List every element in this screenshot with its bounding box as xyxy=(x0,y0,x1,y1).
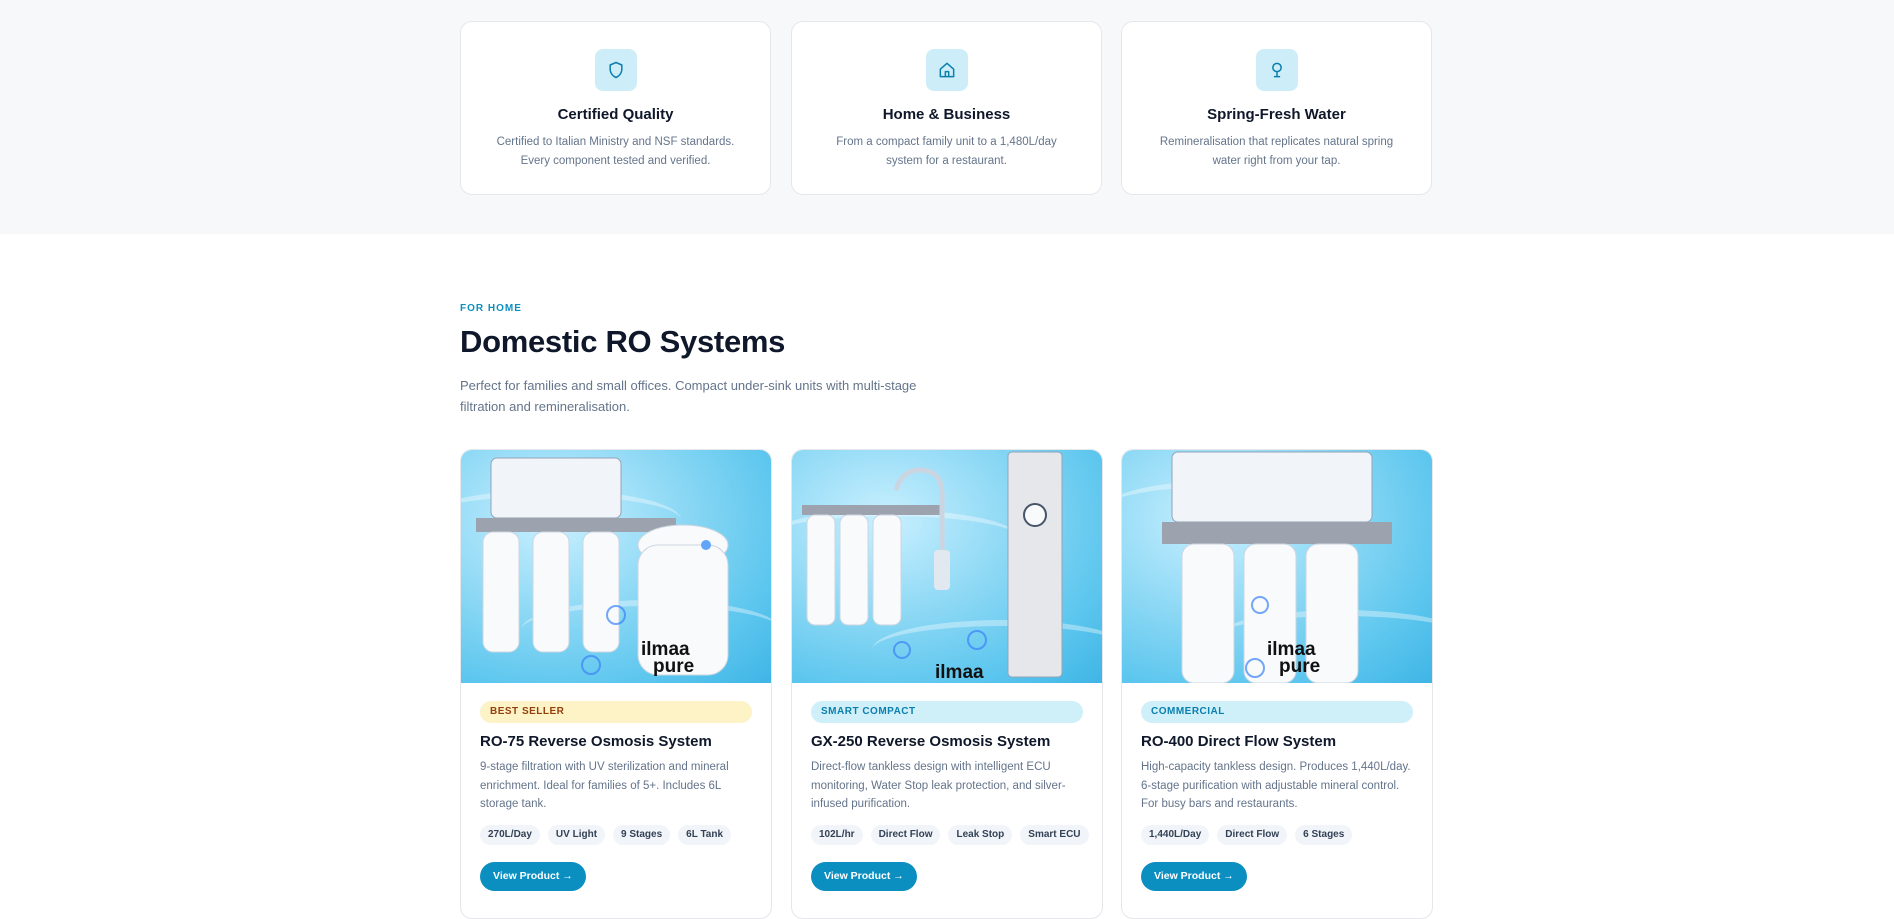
feature-title: Certified Quality xyxy=(557,106,674,123)
spec-tag: 270L/Day xyxy=(480,825,540,845)
spec-tag: Direct Flow xyxy=(870,825,941,845)
brand-logo: ilmaa pure xyxy=(1267,640,1321,677)
view-product-button[interactable]: View Product → xyxy=(1141,862,1247,891)
product-image: ilmaa pure xyxy=(461,450,771,683)
view-product-button[interactable]: View Product → xyxy=(480,862,586,891)
spec-tag: UV Light xyxy=(547,825,606,845)
product-description: High-capacity tankless design. Produces … xyxy=(1141,761,1411,810)
status-badge: BEST SELLER xyxy=(480,701,752,723)
brand-logo: ilmaa xyxy=(935,662,984,683)
product-card-gx-250[interactable]: ilmaa SMART COMPACT GX-250 Reverse Osmos… xyxy=(791,449,1103,919)
spec-tag: 6 Stages xyxy=(1295,825,1353,845)
section-title: Domestic RO Systems xyxy=(460,324,786,359)
status-badge: SMART COMPACT xyxy=(811,701,1083,723)
spec-tag: Direct Flow xyxy=(1217,825,1288,845)
spec-tag: Smart ECU xyxy=(1020,825,1089,845)
product-description: Direct-flow tankless design with intelli… xyxy=(811,761,1066,810)
product-image: ilmaa pure xyxy=(1122,450,1432,683)
spec-tag: 1,440L/Day xyxy=(1141,825,1210,845)
features-band: Certified Quality Certified to Italian M… xyxy=(0,0,1894,234)
home-icon xyxy=(925,49,968,91)
product-title[interactable]: GX-250 Reverse Osmosis System xyxy=(811,733,1050,750)
section-description: Perfect for families and small offices. … xyxy=(460,378,917,414)
section-eyebrow: FOR HOME xyxy=(460,303,522,314)
spec-tag: Leak Stop xyxy=(948,825,1013,845)
lightbulb-icon xyxy=(1255,49,1298,91)
product-card-ro-75[interactable]: ilmaa pure BEST SELLER RO-75 Reverse Osm… xyxy=(460,449,772,919)
product-image: ilmaa xyxy=(792,450,1102,683)
shield-icon xyxy=(594,49,637,91)
product-description: 9-stage filtration with UV sterilization… xyxy=(480,761,729,810)
feature-card-spring-fresh-water: Spring-Fresh Water Remineralisation that… xyxy=(1121,21,1432,195)
feature-title: Home & Business xyxy=(882,106,1011,123)
spec-tag: 6L Tank xyxy=(678,825,732,845)
status-badge: COMMERCIAL xyxy=(1141,701,1413,723)
product-card-ro-400[interactable]: ilmaa pure COMMERCIAL RO-400 Direct Flow… xyxy=(1121,449,1433,919)
brand-line: pure xyxy=(1279,656,1321,677)
spec-tags: 1,440L/Day Direct Flow 6 Stages xyxy=(1141,825,1422,845)
brand-logo: ilmaa pure xyxy=(641,640,695,677)
feature-card-home-business: Home & Business From a compact family un… xyxy=(791,21,1102,195)
spec-tags: 102L/hr Direct Flow Leak Stop Smart ECU xyxy=(811,825,1092,845)
spec-tags: 270L/Day UV Light 9 Stages 6L Tank xyxy=(480,825,761,845)
brand-line: ilmaa xyxy=(935,662,984,683)
feature-title: Spring-Fresh Water xyxy=(1207,106,1346,123)
spec-tag: 9 Stages xyxy=(613,825,671,845)
product-title[interactable]: RO-400 Direct Flow System xyxy=(1141,733,1336,750)
feature-description: Certified to Italian Ministry and NSF st… xyxy=(496,136,735,167)
feature-card-certified-quality: Certified Quality Certified to Italian M… xyxy=(460,21,771,195)
brand-line: pure xyxy=(653,656,695,677)
spec-tag: 102L/hr xyxy=(811,825,863,845)
feature-description: From a compact family unit to a 1,480L/d… xyxy=(836,136,1057,167)
view-product-button[interactable]: View Product → xyxy=(811,862,917,891)
feature-description: Remineralisation that replicates natural… xyxy=(1159,136,1394,167)
product-title[interactable]: RO-75 Reverse Osmosis System xyxy=(480,733,712,750)
